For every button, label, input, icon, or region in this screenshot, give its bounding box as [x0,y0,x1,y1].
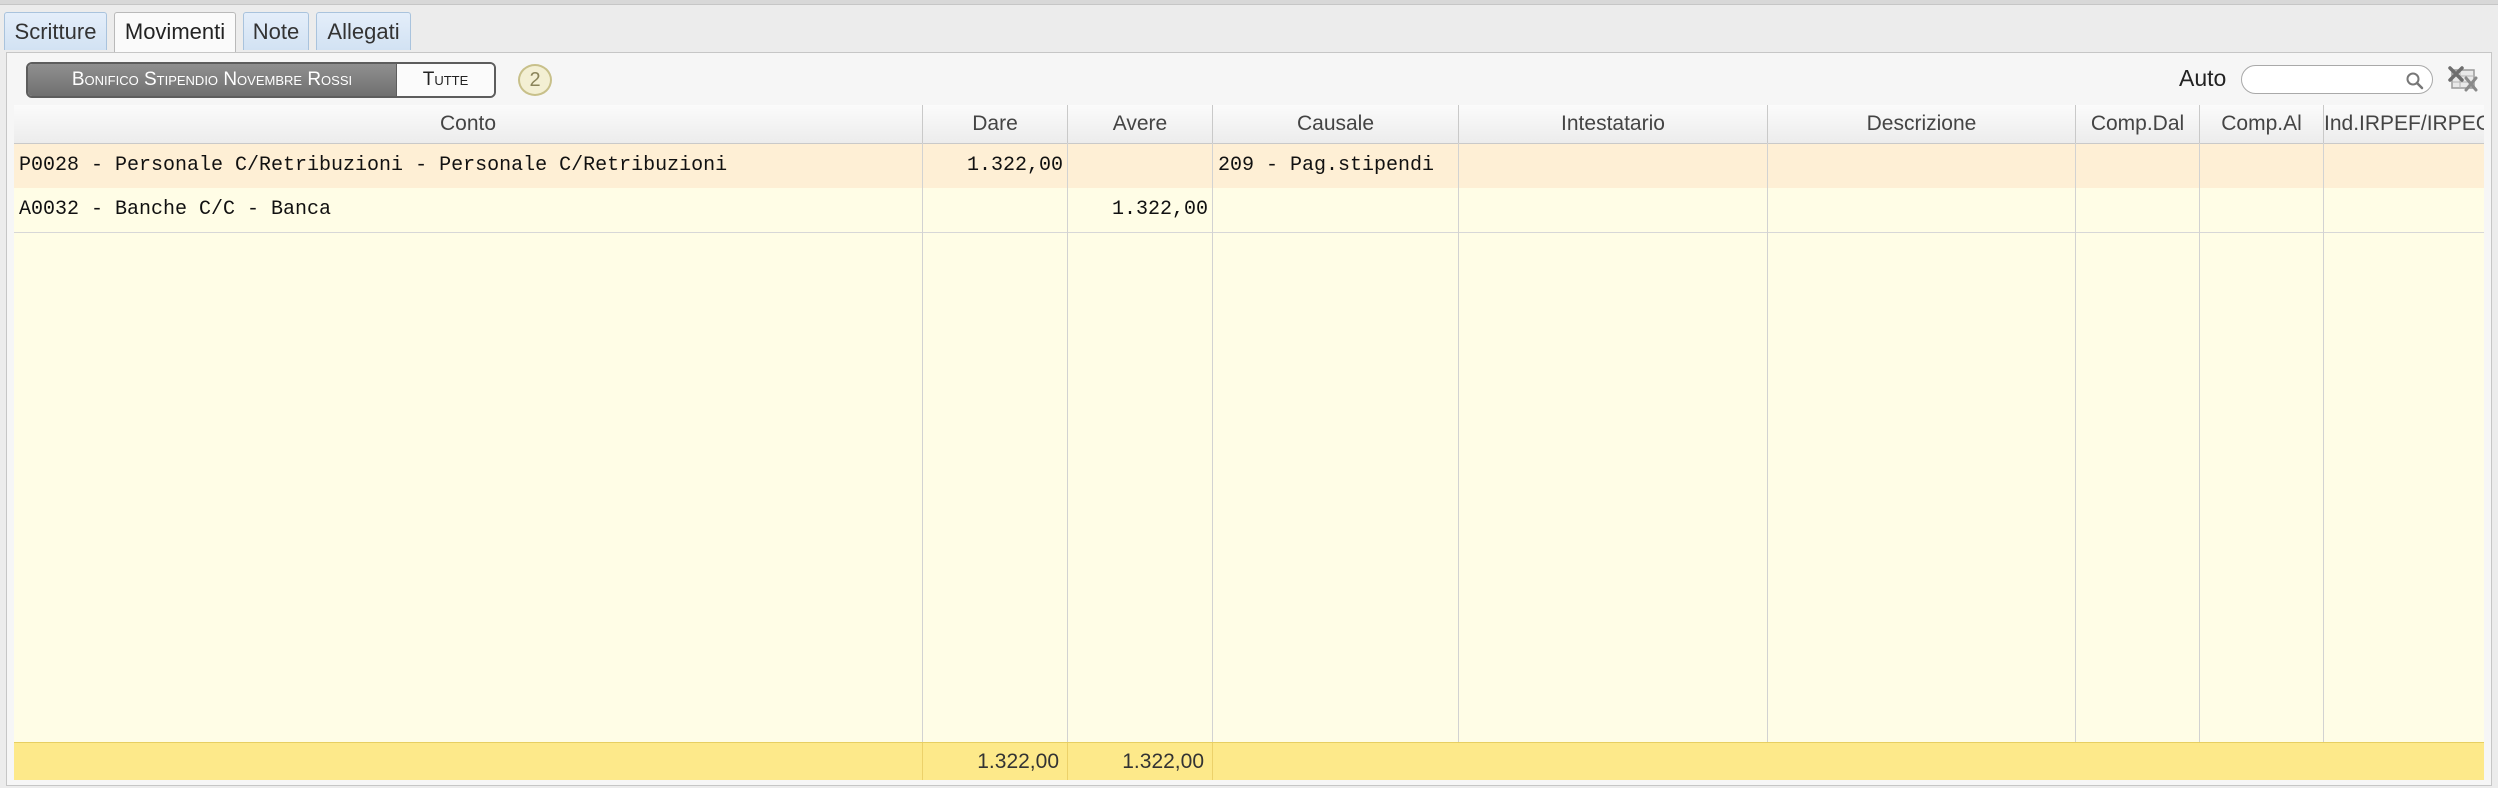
table-row[interactable]: P0028 - Personale C/Retribuzioni - Perso… [14,144,2484,188]
cell-avere: 1.322,00 [1111,198,1208,221]
toolbar: Bonifico Stipendio Novembre Rossi Tutte … [7,53,2491,106]
column-divider [1458,143,1459,779]
tab-scritture[interactable]: Scritture [4,12,107,50]
cell-conto: P0028 - Personale C/Retribuzioni - Perso… [19,154,728,177]
column-header-dare[interactable]: Dare [923,105,1068,143]
tab-allegati[interactable]: Allegati [316,12,411,50]
table-row[interactable]: A0032 - Banche C/C - Banca 1.322,00 [14,188,2484,233]
cell-comp-al [2200,188,2324,232]
cell-intestatario [1459,144,1768,188]
total-dare: 1.322,00 [923,743,1068,780]
total-avere: 1.322,00 [1068,743,1213,780]
column-header-comp-al[interactable]: Comp.Al [2200,105,2324,143]
column-divider [2075,143,2076,779]
window-top-border [0,0,2498,5]
cell-ind-irpef [2324,188,2484,232]
cell-causale [1213,188,1459,232]
column-header-causale[interactable]: Causale [1213,105,1459,143]
tab-note[interactable]: Note [243,12,309,50]
movimenti-panel: Bonifico Stipendio Novembre Rossi Tutte … [6,52,2492,786]
cell-ind-irpef [2324,144,2484,188]
column-header-conto[interactable]: Conto [14,105,923,143]
cell-dare [923,188,1068,232]
filter-selected-button[interactable]: Bonifico Stipendio Novembre Rossi [28,64,396,96]
cell-dare: 1.322,00 [966,154,1063,177]
totals-row: 1.322,00 1.322,00 [14,742,2484,780]
cell-intestatario [1459,188,1768,232]
column-header-ind-irpef[interactable]: Ind.IRPEF/IRPEG [2324,105,2484,143]
column-header-avere[interactable]: Avere [1068,105,1213,143]
column-header-descrizione[interactable]: Descrizione [1768,105,2076,143]
column-divider [1212,143,1213,779]
filter-segmented-control: Bonifico Stipendio Novembre Rossi Tutte [26,62,496,98]
tab-movimenti[interactable]: Movimenti [114,12,236,53]
filter-all-button[interactable]: Tutte [396,64,494,96]
column-divider [922,143,923,779]
cell-descrizione [1768,144,2076,188]
column-divider [2323,143,2324,779]
cell-comp-dal [2076,144,2200,188]
totals-spacer [14,743,923,780]
cell-comp-dal [2076,188,2200,232]
column-divider [1767,143,1768,779]
cell-avere [1068,144,1213,188]
movimenti-table: Conto Dare Avere Causale Intestatario De… [14,105,2484,780]
excel-export-icon[interactable] [2446,64,2480,94]
search-icon[interactable] [2405,71,2425,91]
search-label: Auto [2179,65,2227,91]
cell-causale: 209 - Pag.stipendi [1218,154,1435,177]
column-divider [1067,143,1068,779]
count-badge: 2 [518,64,552,96]
cell-comp-al [2200,144,2324,188]
column-header-intestatario[interactable]: Intestatario [1459,105,1768,143]
column-divider [2199,143,2200,779]
cell-conto: A0032 - Banche C/C - Banca [19,198,332,221]
cell-descrizione [1768,188,2076,232]
column-header-comp-dal[interactable]: Comp.Dal [2076,105,2200,143]
table-header: Conto Dare Avere Causale Intestatario De… [14,105,2484,144]
